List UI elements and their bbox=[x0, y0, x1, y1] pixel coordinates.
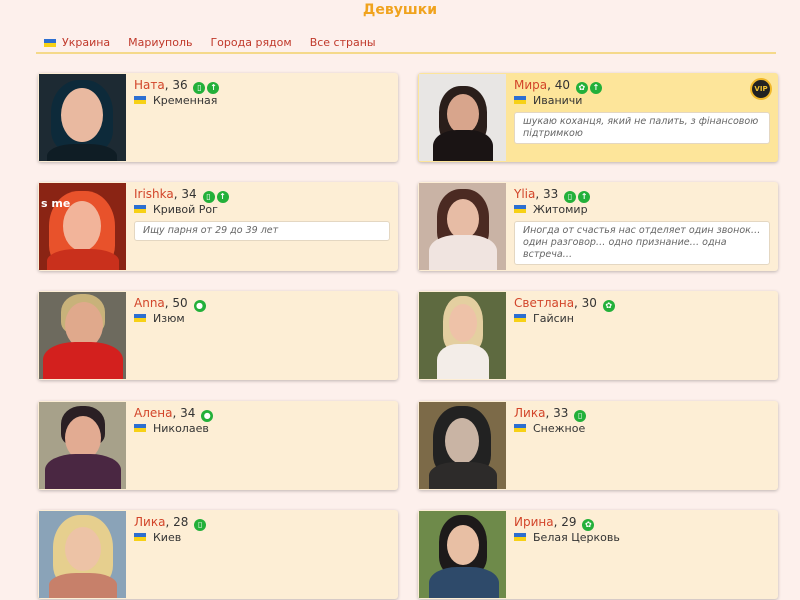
profile-age: , 34 bbox=[173, 187, 197, 201]
profile-location: Гайсин bbox=[514, 312, 574, 325]
profile-card[interactable]: Ylia, 33 ▯ ↑ Житомир Иногда от счастья на… bbox=[418, 182, 778, 271]
page-title: Девушки bbox=[362, 2, 438, 18]
profile-card[interactable]: Лика, 28 ▯ Киев bbox=[38, 510, 398, 599]
profile-location: Изюм bbox=[134, 312, 185, 325]
vip-badge-icon: VIP bbox=[750, 78, 772, 100]
profile-age: , 29 bbox=[553, 515, 577, 529]
ukraine-flag-icon bbox=[514, 205, 526, 213]
profile-photo[interactable] bbox=[39, 402, 126, 489]
ukraine-flag-icon bbox=[514, 533, 526, 541]
profile-photo[interactable] bbox=[419, 183, 506, 270]
profile-card[interactable]: Лика, 33 ▯ Снежное bbox=[418, 401, 778, 490]
up-arrow-icon: ↑ bbox=[589, 82, 602, 94]
device-icon: ▯ bbox=[564, 191, 577, 203]
profile-age: , 40 bbox=[547, 78, 571, 92]
tab-mariupol[interactable]: Мариуполь bbox=[119, 36, 201, 52]
profile-name[interactable]: Ната bbox=[134, 78, 165, 92]
profile-age: , 34 bbox=[172, 406, 196, 420]
profile-name[interactable]: Ирина bbox=[514, 515, 554, 529]
device-icon: ▯ bbox=[574, 410, 587, 422]
profile-name-line: Anna, 50 ● bbox=[134, 296, 206, 312]
profile-card[interactable]: Алена, 34 ● Николаев bbox=[38, 401, 398, 490]
device-icon: ▯ bbox=[193, 82, 206, 94]
profile-name[interactable]: Лика bbox=[514, 406, 545, 420]
photo-caption: s me bbox=[41, 197, 71, 210]
profile-age: , 36 bbox=[164, 78, 188, 92]
profile-name[interactable]: Anna bbox=[134, 296, 165, 310]
profile-name[interactable]: Алена bbox=[134, 406, 172, 420]
profile-photo[interactable] bbox=[419, 292, 506, 379]
ukraine-flag-icon bbox=[44, 39, 56, 47]
profile-photo[interactable] bbox=[419, 74, 506, 161]
profile-location: Николаев bbox=[134, 422, 209, 435]
profile-name-line: Ylia, 33 ▯ ↑ bbox=[514, 187, 591, 203]
profile-location: Киев bbox=[134, 531, 181, 544]
profile-location: Кременная bbox=[134, 94, 217, 107]
ukraine-flag-icon bbox=[134, 205, 146, 213]
up-arrow-icon: ↑ bbox=[578, 191, 591, 203]
profile-name-line: Лика, 28 ▯ bbox=[134, 515, 207, 531]
ukraine-flag-icon bbox=[514, 96, 526, 104]
profile-card[interactable]: Светлана, 30 ✿ Гайсин bbox=[418, 291, 778, 380]
gift-icon: ✿ bbox=[575, 82, 588, 94]
ukraine-flag-icon bbox=[134, 314, 146, 322]
online-dot-icon: ● bbox=[201, 410, 214, 422]
up-arrow-icon: ↑ bbox=[207, 82, 220, 94]
ukraine-flag-icon bbox=[514, 314, 526, 322]
profile-card[interactable]: s me Irishka, 34 ▯ ↑ Кривой Рог Ищу парня… bbox=[38, 182, 398, 271]
profile-photo[interactable] bbox=[419, 511, 506, 598]
profile-age: , 33 bbox=[545, 406, 569, 420]
profile-name[interactable]: Светлана bbox=[514, 296, 574, 310]
profile-location: Житомир bbox=[514, 203, 588, 216]
profile-age: , 33 bbox=[535, 187, 559, 201]
profile-photo[interactable] bbox=[39, 74, 126, 161]
online-dot-icon: ● bbox=[193, 300, 206, 312]
gift-icon: ✿ bbox=[602, 300, 615, 312]
gift-icon: ✿ bbox=[582, 519, 595, 531]
ukraine-flag-icon bbox=[134, 96, 146, 104]
tab-ukraine[interactable]: Украина bbox=[36, 36, 119, 52]
profile-name[interactable]: Irishka bbox=[134, 187, 174, 201]
up-arrow-icon: ↑ bbox=[216, 191, 229, 203]
profile-location: Белая Церковь bbox=[514, 531, 620, 544]
profile-name-line: Лика, 33 ▯ bbox=[514, 406, 587, 422]
profile-location: Кривой Рог bbox=[134, 203, 218, 216]
profile-name-line: Irishka, 34 ▯ ↑ bbox=[134, 187, 229, 203]
profile-status-quote: шукаю коханця, який не палить, з фінансо… bbox=[514, 112, 770, 144]
profile-name[interactable]: Ylia bbox=[514, 187, 535, 201]
profile-photo[interactable] bbox=[419, 402, 506, 489]
profile-card[interactable]: Ирина, 29 ✿ Белая Церковь bbox=[418, 510, 778, 599]
profile-status-quote: Иногда от счастья нас отделяет один звон… bbox=[514, 221, 770, 265]
profile-age: , 28 bbox=[165, 515, 189, 529]
profile-photo[interactable]: s me bbox=[39, 183, 126, 270]
profile-age: , 50 bbox=[164, 296, 188, 310]
tab-all-countries[interactable]: Все страны bbox=[301, 36, 385, 52]
profile-name-line: Алена, 34 ● bbox=[134, 406, 214, 422]
profile-card-vip[interactable]: Мира, 40 ✿ ↑ Иваничи шукаю коханця, який … bbox=[418, 73, 778, 162]
profile-age: , 30 bbox=[574, 296, 597, 310]
profile-photo[interactable] bbox=[39, 292, 126, 379]
tab-nearby-cities[interactable]: Города рядом bbox=[201, 36, 300, 52]
profile-location: Иваничи bbox=[514, 94, 582, 107]
profile-name-line: Мира, 40 ✿ ↑ bbox=[514, 78, 602, 94]
ukraine-flag-icon bbox=[134, 424, 146, 432]
profile-name[interactable]: Мира bbox=[514, 78, 547, 92]
profile-photo[interactable] bbox=[39, 511, 126, 598]
profile-name-line: Ирина, 29 ✿ bbox=[514, 515, 595, 531]
location-tabs: Украина Мариуполь Города рядом Все стран… bbox=[36, 36, 776, 54]
profile-card[interactable]: Anna, 50 ● Изюм bbox=[38, 291, 398, 380]
profile-status-quote: Ищу парня от 29 до 39 лет bbox=[134, 221, 390, 241]
profile-location: Снежное bbox=[514, 422, 585, 435]
profile-name-line: Светлана, 30 ✿ bbox=[514, 296, 615, 312]
ukraine-flag-icon bbox=[134, 533, 146, 541]
device-icon: ▯ bbox=[194, 519, 207, 531]
device-icon: ▯ bbox=[202, 191, 215, 203]
profile-name-line: Ната, 36 ▯ ↑ bbox=[134, 78, 220, 94]
ukraine-flag-icon bbox=[514, 424, 526, 432]
profile-name[interactable]: Лика bbox=[134, 515, 165, 529]
profile-card[interactable]: Ната, 36 ▯ ↑ Кременная bbox=[38, 73, 398, 162]
